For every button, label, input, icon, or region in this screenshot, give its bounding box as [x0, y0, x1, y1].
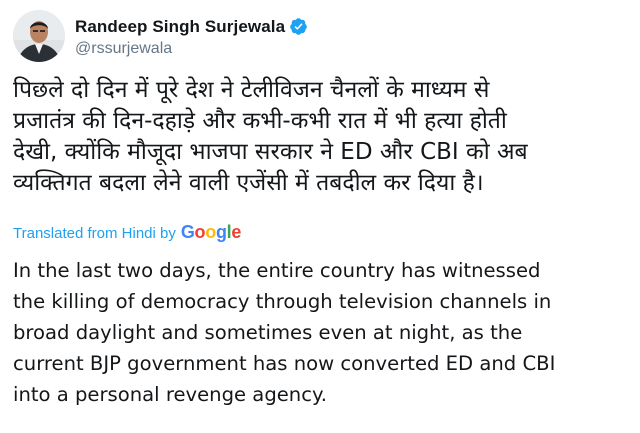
translation-line: current BJP government has now converted… [13, 352, 556, 375]
translation-line: broad daylight and sometimes even at nig… [13, 321, 523, 344]
tweet-text-original: पिछले दो दिन में पूरे देश ने टेलीविजन चै… [13, 75, 625, 199]
tweet-text-line: पिछले दो दिन में पूरे देश ने टेलीविजन चै… [13, 77, 490, 103]
google-logo-letter: o [205, 222, 216, 242]
google-logo: Google [180, 222, 242, 243]
tweet-text-translated: In the last two days, the entire country… [13, 255, 633, 410]
translation-line: In the last two days, the entire country… [13, 259, 541, 282]
avatar[interactable] [13, 10, 65, 62]
translation-line: into a personal revenge agency. [13, 383, 328, 406]
google-logo-letter: g [215, 222, 227, 242]
translated-from-label[interactable]: Translated from Hindi by [13, 225, 176, 242]
author-names: Randeep Singh Surjewala @rssurjewala [75, 15, 308, 58]
tweet-text-line: देखी, क्योंकि मौजूदा भाजपा सरकार ने ED औ… [13, 139, 528, 165]
tweet-text-line: व्यक्तिगत बदला लेने वाली एजेंसी में तबदी… [13, 170, 484, 196]
tweet-text-line: प्रजातंत्र की दिन-दहाड़े और कभी-कभी रात … [13, 108, 507, 134]
verified-badge-icon [289, 17, 308, 36]
avatar-image [13, 10, 65, 62]
author-display-name[interactable]: Randeep Singh Surjewala [75, 17, 285, 37]
tweet-card: Randeep Singh Surjewala @rssurjewala पिछ… [0, 0, 640, 433]
google-logo-letter: o [194, 222, 206, 242]
name-row: Randeep Singh Surjewala [75, 15, 308, 39]
author-handle[interactable]: @rssurjewala [75, 40, 308, 58]
tweet-header: Randeep Singh Surjewala @rssurjewala [13, 8, 308, 64]
translation-line: the killing of democracy through televis… [13, 290, 552, 313]
google-logo-letter: e [231, 222, 242, 242]
translation-attribution: Translated from Hindi by Google [13, 222, 241, 243]
google-logo-letter: G [180, 222, 195, 242]
